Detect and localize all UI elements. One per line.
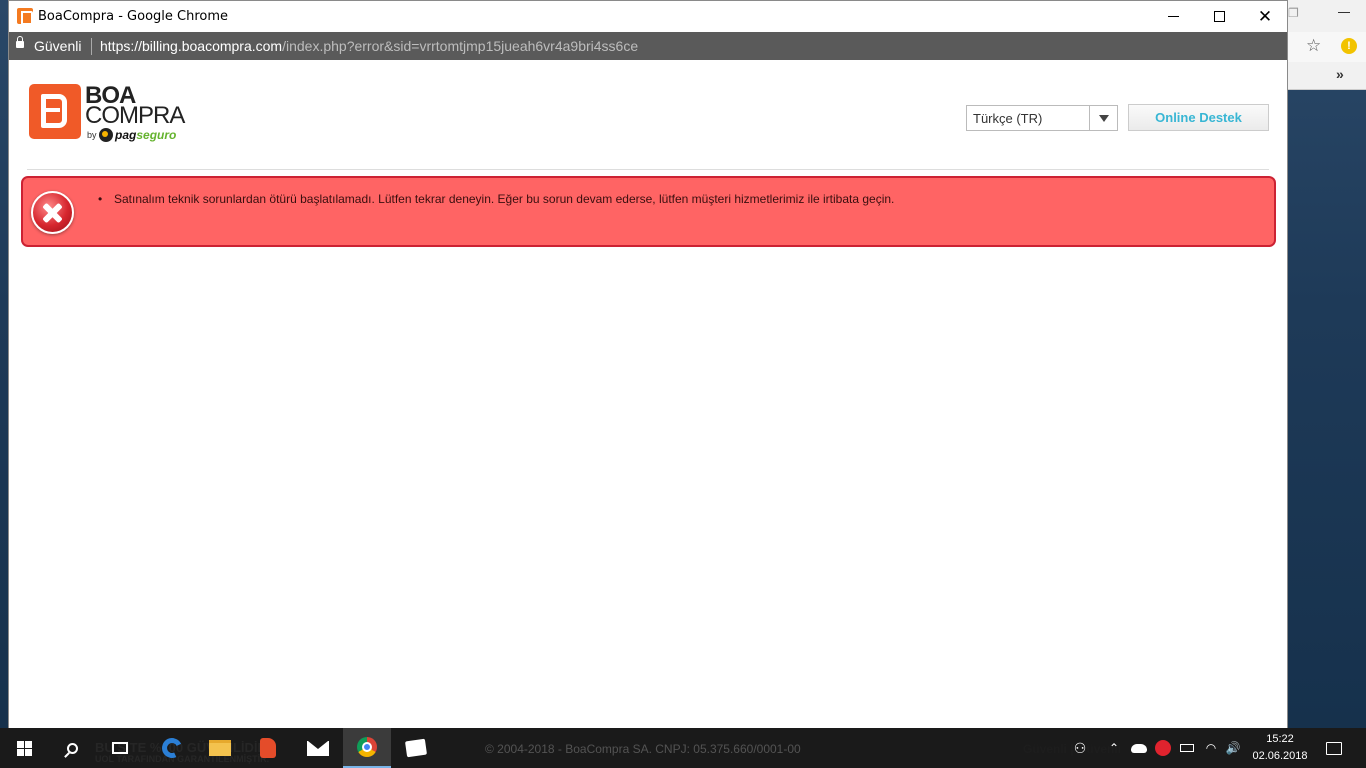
maximize-icon bbox=[1213, 11, 1225, 22]
lock-icon[interactable] bbox=[16, 36, 24, 48]
minimize-icon[interactable] bbox=[1338, 12, 1350, 13]
url-text[interactable]: https://billing.boacompra.com/index.php?… bbox=[100, 38, 638, 54]
close-button[interactable]: ✕ bbox=[1242, 1, 1288, 32]
search-button[interactable] bbox=[48, 728, 96, 768]
chrome-window: BoaCompra - Google Chrome ✕ Güvenli http… bbox=[8, 0, 1288, 728]
mail-taskbar-button[interactable] bbox=[294, 728, 342, 768]
task-view-icon bbox=[112, 742, 128, 754]
cards-icon bbox=[404, 738, 428, 758]
clock-time: 15:22 bbox=[1266, 733, 1294, 745]
file-explorer-taskbar-button[interactable] bbox=[196, 728, 244, 768]
cloud-icon bbox=[1131, 743, 1147, 753]
solitaire-taskbar-button[interactable] bbox=[392, 728, 440, 768]
red-app-icon bbox=[260, 738, 276, 758]
taskbar-clock[interactable]: 15:22 02.06.2018 bbox=[1247, 728, 1313, 768]
notification-icon bbox=[1326, 741, 1342, 755]
url-host: https://billing.boacompra.com bbox=[100, 38, 283, 54]
window-title: BoaCompra - Google Chrome bbox=[38, 9, 229, 24]
action-center-button[interactable] bbox=[1318, 728, 1350, 768]
url-path: /index.php?error&sid=vrrtomtjmp15jueah6v… bbox=[282, 38, 639, 54]
close-icon: ✕ bbox=[1257, 6, 1273, 26]
windows-icon bbox=[16, 740, 32, 756]
online-support-button[interactable]: Online Destek bbox=[1128, 104, 1269, 131]
mail-icon bbox=[307, 740, 329, 756]
edge-icon bbox=[159, 735, 185, 761]
edge-taskbar-button[interactable] bbox=[148, 728, 196, 768]
volume-tray-button[interactable]: 🔊 bbox=[1222, 728, 1244, 768]
logo-text-pagseguro: pagseguro bbox=[115, 128, 177, 142]
boacompra-logo[interactable]: BOA COMPRA by pagseguro bbox=[29, 82, 189, 146]
ghost-copyright: © 2004-2018 - BoaCompra SA. CNPJ: 05.375… bbox=[485, 742, 801, 756]
folder-icon bbox=[209, 740, 231, 756]
secure-label[interactable]: Güvenli bbox=[34, 38, 81, 54]
people-icon: ⚇ bbox=[1073, 739, 1087, 756]
task-view-button[interactable] bbox=[96, 728, 144, 768]
pagseguro-icon bbox=[99, 128, 113, 142]
minimize-icon bbox=[1167, 16, 1179, 17]
chrome-icon bbox=[357, 737, 377, 757]
battery-icon bbox=[1180, 744, 1194, 752]
antivirus-icon bbox=[1155, 740, 1171, 756]
volume-icon: 🔊 bbox=[1225, 741, 1241, 755]
warning-icon[interactable]: ! bbox=[1341, 38, 1357, 54]
start-button[interactable] bbox=[0, 728, 48, 768]
error-message: Satınalım teknik sorunlardan ötürü başla… bbox=[98, 192, 894, 206]
chevron-down-icon[interactable] bbox=[1089, 106, 1117, 130]
language-select[interactable]: Türkçe (TR) bbox=[966, 105, 1118, 131]
restore-icon[interactable]: ❐ bbox=[1288, 6, 1302, 20]
people-button[interactable]: ⚇ bbox=[1068, 728, 1092, 768]
more-bookmarks-icon[interactable]: » bbox=[1336, 66, 1344, 82]
chevron-up-icon: ⌃ bbox=[1108, 741, 1120, 755]
header-divider bbox=[27, 169, 1269, 170]
battery-tray-button[interactable] bbox=[1176, 728, 1198, 768]
maximize-button[interactable] bbox=[1196, 1, 1242, 32]
address-bar[interactable]: Güvenli https://billing.boacompra.com/in… bbox=[9, 32, 1287, 60]
show-hidden-icons-button[interactable]: ⌃ bbox=[1104, 728, 1124, 768]
background-chrome-window: ❐ ☆ ! » bbox=[1288, 0, 1366, 90]
title-bar[interactable]: BoaCompra - Google Chrome ✕ bbox=[9, 1, 1287, 32]
chrome-taskbar-button[interactable] bbox=[343, 728, 391, 768]
onedrive-tray-button[interactable] bbox=[1128, 728, 1150, 768]
bookmark-star-icon[interactable]: ☆ bbox=[1306, 36, 1321, 56]
logo-text-compra: COMPRA bbox=[85, 102, 185, 129]
page-content: BOA COMPRA by pagseguro Türkçe (TR) Onli… bbox=[9, 60, 1287, 728]
minimize-button[interactable] bbox=[1150, 1, 1196, 32]
boacompra-favicon-icon bbox=[17, 8, 33, 25]
bookmarks-bar bbox=[1288, 62, 1366, 90]
red-app-taskbar-button[interactable] bbox=[244, 728, 292, 768]
search-icon bbox=[66, 742, 78, 754]
error-alert: Satınalım teknik sorunlardan ötürü başla… bbox=[21, 176, 1276, 247]
error-x-icon bbox=[31, 191, 74, 234]
language-select-value: Türkçe (TR) bbox=[973, 111, 1043, 126]
boacompra-logo-icon bbox=[29, 84, 81, 139]
clock-date: 02.06.2018 bbox=[1252, 750, 1308, 762]
logo-text-by: by bbox=[87, 130, 97, 140]
antivirus-tray-button[interactable] bbox=[1152, 728, 1174, 768]
wifi-icon: ◠ bbox=[1205, 741, 1217, 755]
address-separator bbox=[91, 38, 92, 55]
network-tray-button[interactable]: ◠ bbox=[1200, 728, 1222, 768]
